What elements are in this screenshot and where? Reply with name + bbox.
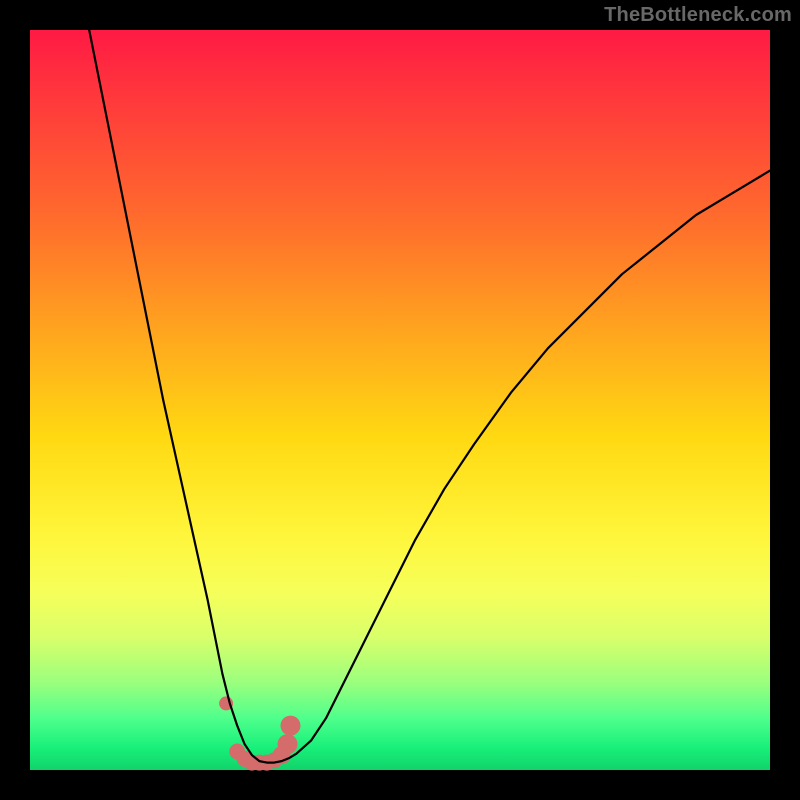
watermark-text: TheBottleneck.com — [604, 4, 792, 27]
chart-svg — [30, 30, 770, 770]
marker-dot — [278, 734, 298, 754]
bottleneck-curve — [89, 30, 770, 763]
chart-frame: TheBottleneck.com — [0, 0, 800, 800]
plot-area — [30, 30, 770, 770]
marker-dot — [280, 716, 300, 736]
